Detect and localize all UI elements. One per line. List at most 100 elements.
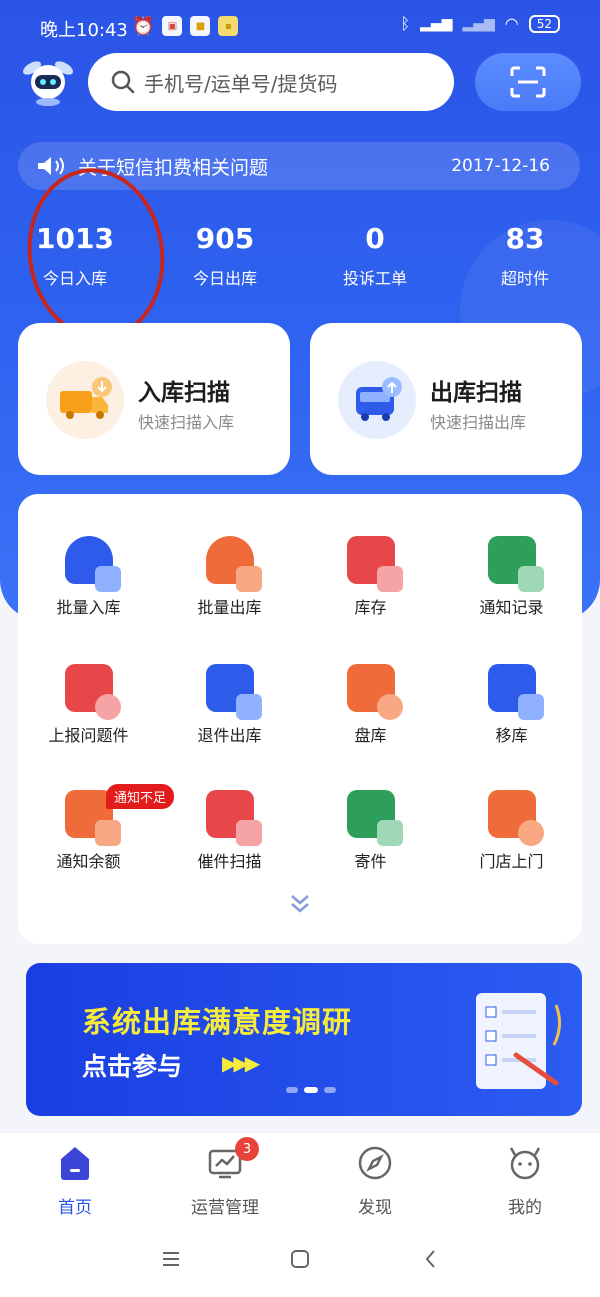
grid-item-return-out[interactable]: 退件出库 — [159, 664, 300, 746]
nav-label: 我的 — [508, 1198, 542, 1218]
status-bar: 晚上10:43 ⏰ ▣ ■ ▪ ᛒ ▂▄▆ ▂▄▆ ◠ 52 — [0, 0, 600, 56]
app-notification-icon: ▣ — [162, 16, 183, 36]
grid-item-urge-scan[interactable]: 催件扫描 — [159, 790, 300, 872]
signal-icon: ▂▄▆ — [420, 15, 453, 32]
cloud-out-icon — [205, 536, 262, 592]
expand-chevron-icon[interactable] — [288, 892, 312, 916]
search-placeholder: 手机号/运单号/提货码 — [144, 71, 338, 96]
store-visit-icon — [487, 790, 544, 846]
banner-subtitle: 点击参与 — [82, 1052, 183, 1081]
survey-banner[interactable]: 系统出库满意度调研 点击参与 ▶▶▶ — [26, 963, 582, 1116]
grid-item-batch-out[interactable]: 批量出库 — [159, 536, 300, 618]
grid-label: 库存 — [354, 598, 387, 617]
announcement-date: 2017-12-16 — [451, 156, 550, 176]
checklist-clipboard-icon — [476, 993, 561, 1089]
stat-today-out[interactable]: 905 今日出库 — [150, 222, 300, 289]
home-square-icon[interactable] — [289, 1248, 311, 1270]
carousel-dot[interactable] — [286, 1087, 298, 1093]
grid-label: 门店上门 — [479, 852, 544, 871]
stat-value: 905 — [195, 222, 255, 255]
send-package-icon — [346, 790, 403, 846]
bottom-navigation: 首页 3 运营管理 发现 我的 — [0, 1132, 600, 1225]
inbound-truck-icon — [46, 361, 124, 439]
system-navigation-bar — [0, 1224, 600, 1297]
grid-label: 通知余额 — [56, 852, 121, 871]
grid-item-move-stock[interactable]: 移库 — [441, 664, 582, 746]
app-notification-icon-2: ■ — [190, 16, 211, 36]
app-notification-icon-3: ▪ — [218, 16, 239, 36]
operations-icon: 3 — [205, 1137, 259, 1183]
nav-discover[interactable]: 发现 — [300, 1143, 450, 1218]
announcement-text: 关于短信扣费相关问题 — [78, 156, 269, 179]
operations-badge: 3 — [235, 1137, 259, 1161]
outbound-scan-title: 出库扫描 — [430, 380, 522, 406]
grid-label: 上报问题件 — [48, 726, 129, 745]
urge-scan-icon — [205, 790, 262, 846]
grid-item-store-visit[interactable]: 门店上门 — [441, 790, 582, 872]
notice-record-icon — [487, 536, 544, 592]
speaker-icon — [38, 157, 64, 175]
grid-label: 寄件 — [354, 852, 387, 871]
profile-icon — [505, 1143, 545, 1183]
status-time: 晚上10:43 — [40, 20, 128, 41]
alarm-icon: ⏰ — [132, 16, 155, 37]
scan-icon — [510, 66, 546, 98]
inbound-scan-title: 入库扫描 — [138, 380, 230, 406]
back-icon[interactable] — [420, 1248, 442, 1270]
nav-label: 发现 — [358, 1198, 392, 1218]
search-icon — [111, 70, 135, 94]
carousel-dot-active[interactable] — [304, 1087, 318, 1093]
signal-icon-2: ▂▄▆ — [462, 15, 495, 32]
return-icon — [205, 664, 262, 720]
grid-label: 催件扫描 — [197, 852, 262, 871]
inbound-scan-card[interactable]: 入库扫描 快速扫描入库 — [18, 323, 290, 475]
grid-item-batch-in[interactable]: 批量入库 — [18, 536, 159, 618]
carousel-dots — [286, 1087, 336, 1093]
stat-complaints[interactable]: 0 投诉工单 — [300, 222, 450, 289]
menu-icon[interactable] — [160, 1248, 182, 1270]
cloud-in-icon — [64, 536, 121, 592]
stat-overdue[interactable]: 83 超时件 — [450, 222, 600, 289]
compass-icon — [355, 1143, 395, 1183]
grid-item-inventory[interactable]: 库存 — [300, 536, 441, 618]
nav-label: 运营管理 — [191, 1198, 259, 1218]
box-stack-icon — [346, 536, 403, 592]
grid-item-send[interactable]: 寄件 — [300, 790, 441, 872]
grid-item-report-problem[interactable]: 上报问题件 — [18, 664, 159, 746]
grid-label: 批量入库 — [56, 598, 121, 617]
nav-home[interactable]: 首页 — [0, 1143, 150, 1218]
mascot-logo-icon — [22, 61, 74, 106]
outbound-scan-subtitle: 快速扫描出库 — [430, 413, 527, 432]
banner-title: 系统出库满意度调研 — [82, 1005, 353, 1039]
outbound-bus-icon — [338, 361, 416, 439]
search-bar[interactable]: 手机号/运单号/提货码 — [88, 53, 454, 111]
grid-label: 盘库 — [354, 726, 387, 745]
stat-value: 0 — [365, 222, 385, 255]
inbound-scan-subtitle: 快速扫描入库 — [138, 413, 235, 432]
nav-operations[interactable]: 3 运营管理 — [150, 1137, 300, 1218]
stat-label: 投诉工单 — [342, 269, 407, 288]
grid-label: 移库 — [495, 726, 528, 745]
grid-label: 批量出库 — [197, 598, 262, 617]
grid-label: 通知记录 — [479, 598, 544, 617]
scan-button[interactable] — [475, 53, 581, 111]
carousel-dot[interactable] — [324, 1087, 336, 1093]
nav-profile[interactable]: 我的 — [450, 1143, 600, 1218]
grid-item-notify-balance[interactable]: 通知不足 通知余额 — [18, 784, 175, 872]
grid-label: 退件出库 — [197, 726, 262, 745]
stat-value: 83 — [505, 222, 545, 255]
status-right-icons: ᛒ ▂▄▆ ▂▄▆ ◠ 52 — [401, 14, 560, 33]
problem-box-icon — [64, 664, 121, 720]
move-cart-icon — [487, 664, 544, 720]
battery-indicator: 52 — [528, 14, 560, 33]
nav-label: 首页 — [58, 1198, 92, 1218]
grid-item-notice-record[interactable]: 通知记录 — [441, 536, 582, 618]
triple-arrow-icon: ▶▶▶ — [222, 1051, 260, 1075]
grid-item-stocktake[interactable]: 盘库 — [300, 664, 441, 746]
wifi-icon: ◠ — [504, 14, 519, 33]
status-left-icons: ⏰ ▣ ■ ▪ — [132, 16, 239, 37]
function-grid-panel: 批量入库 批量出库 库存 通知记录 上报问题件 退件出库 盘库 移库 通知不足 … — [18, 494, 582, 944]
home-icon — [55, 1143, 95, 1183]
outbound-scan-card[interactable]: 出库扫描 快速扫描出库 — [310, 323, 582, 475]
inventory-search-icon — [346, 664, 403, 720]
